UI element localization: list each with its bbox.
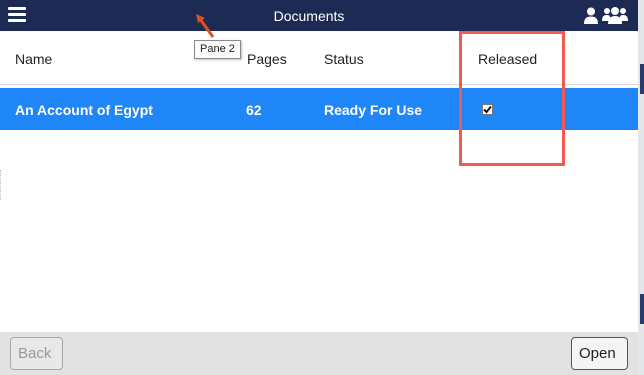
cell-name: An Account of Egypt — [15, 102, 153, 118]
released-checkbox[interactable] — [482, 104, 493, 115]
user-icon[interactable] — [584, 7, 598, 24]
pane-resize-handle[interactable] — [0, 170, 3, 200]
adjacent-pane-edge — [638, 0, 644, 375]
column-header-name[interactable]: Name — [15, 51, 52, 67]
documents-pane: Documents Name Pages Status Released An … — [0, 0, 644, 375]
header-bar: Documents — [0, 0, 638, 31]
checkmark-icon — [483, 105, 492, 114]
column-header-pages[interactable]: Pages — [247, 51, 287, 67]
annotation-arrow-icon — [196, 14, 215, 38]
bottom-toolbar: Back Open — [0, 332, 638, 375]
cell-status: Ready For Use — [324, 102, 423, 118]
table-row[interactable]: An Account of Egypt 62 Ready For Use — [0, 88, 638, 130]
open-button[interactable]: Open — [571, 337, 628, 370]
tooltip: Pane 2 — [194, 40, 241, 59]
cell-pages: 62 — [246, 102, 262, 118]
page-title: Documents — [273, 8, 345, 24]
back-button[interactable]: Back — [10, 337, 63, 370]
users-group-icon[interactable] — [602, 6, 628, 24]
column-header-released[interactable]: Released — [478, 51, 537, 67]
column-header-status[interactable]: Status — [324, 51, 364, 67]
table-header: Name Pages Status Released — [0, 31, 638, 85]
